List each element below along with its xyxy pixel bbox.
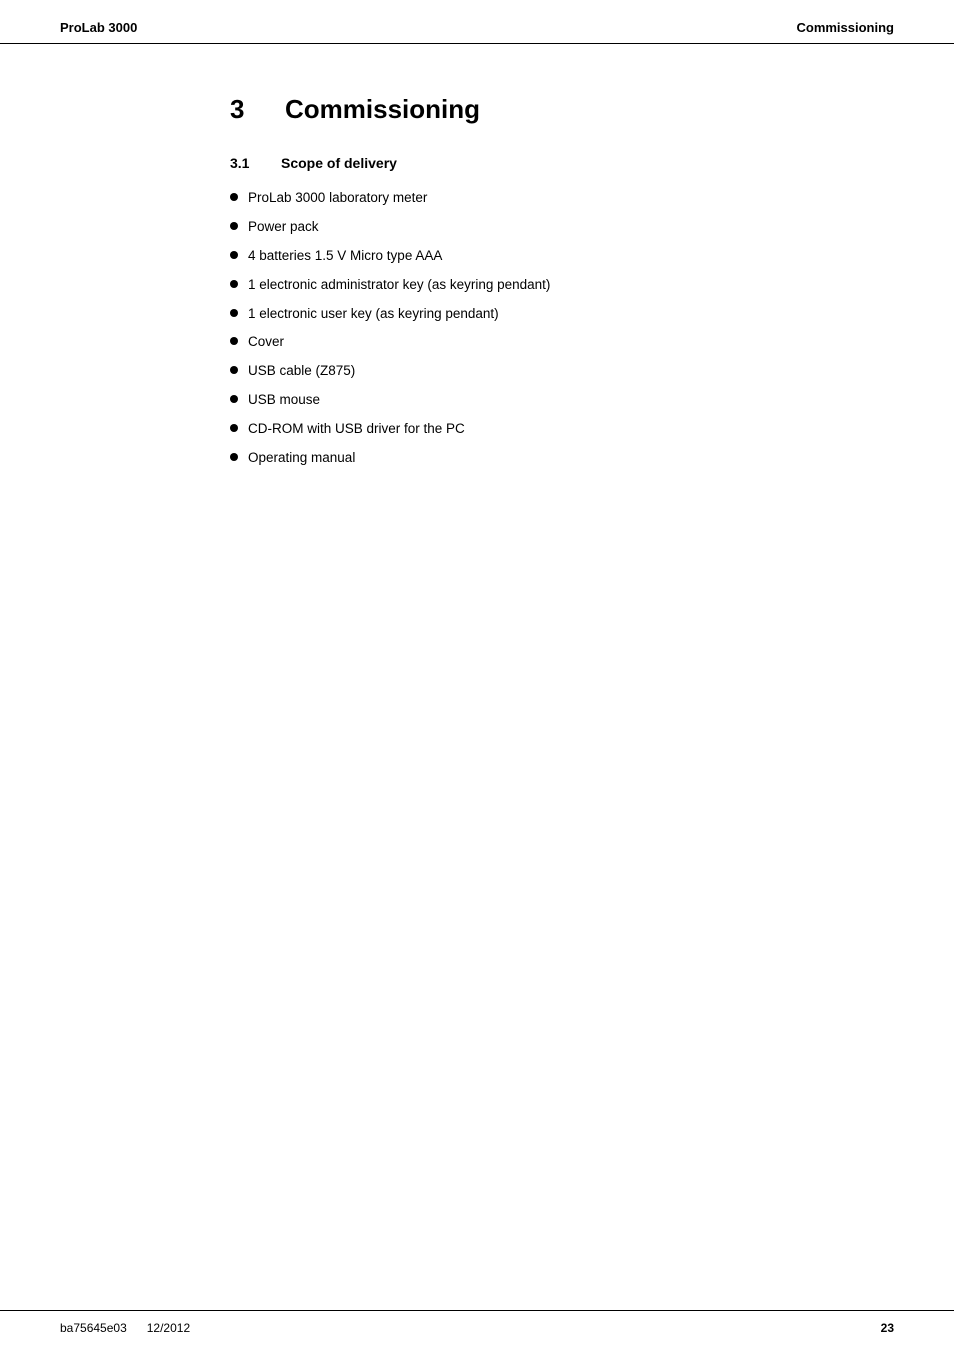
list-item-text: USB cable (Z875) — [248, 362, 355, 381]
bullet-dot-icon — [230, 222, 238, 230]
footer-left: ba75645e03 12/2012 — [60, 1321, 190, 1335]
page-header: ProLab 3000 Commissioning — [0, 0, 954, 44]
bullet-dot-icon — [230, 453, 238, 461]
bullet-dot-icon — [230, 424, 238, 432]
page-footer: ba75645e03 12/2012 23 — [0, 1310, 954, 1351]
section-number: 3.1 — [230, 155, 265, 171]
list-item-text: ProLab 3000 laboratory meter — [248, 189, 427, 208]
bullet-dot-icon — [230, 337, 238, 345]
list-item: 1 electronic administrator key (as keyri… — [230, 276, 894, 295]
section-heading: 3.1 Scope of delivery — [230, 155, 894, 171]
chapter-heading: 3 Commissioning — [230, 94, 894, 125]
list-item: 4 batteries 1.5 V Micro type AAA — [230, 247, 894, 266]
list-item-text: USB mouse — [248, 391, 320, 410]
list-item-text: 1 electronic administrator key (as keyri… — [248, 276, 550, 295]
page-container: ProLab 3000 Commissioning 3 Commissionin… — [0, 0, 954, 1351]
list-item: Power pack — [230, 218, 894, 237]
bullet-dot-icon — [230, 366, 238, 374]
bullet-dot-icon — [230, 193, 238, 201]
footer-page-number: 23 — [881, 1321, 894, 1335]
list-item-text: Power pack — [248, 218, 319, 237]
list-item-text: Operating manual — [248, 449, 355, 468]
header-right: Commissioning — [796, 20, 894, 35]
bullet-dot-icon — [230, 309, 238, 317]
bullet-dot-icon — [230, 280, 238, 288]
list-item: Cover — [230, 333, 894, 352]
list-item: USB mouse — [230, 391, 894, 410]
list-item-text: 4 batteries 1.5 V Micro type AAA — [248, 247, 442, 266]
header-left: ProLab 3000 — [60, 20, 137, 35]
list-item: USB cable (Z875) — [230, 362, 894, 381]
chapter-number: 3 — [230, 94, 265, 125]
list-item-text: Cover — [248, 333, 284, 352]
list-item-text: 1 electronic user key (as keyring pendan… — [248, 305, 499, 324]
list-item: CD-ROM with USB driver for the PC — [230, 420, 894, 439]
bullet-list: ProLab 3000 laboratory meter Power pack 4 … — [230, 189, 894, 468]
bullet-dot-icon — [230, 395, 238, 403]
list-item-text: CD-ROM with USB driver for the PC — [248, 420, 465, 439]
list-item: 1 electronic user key (as keyring pendan… — [230, 305, 894, 324]
bullet-dot-icon — [230, 251, 238, 259]
footer-date: 12/2012 — [147, 1321, 190, 1335]
footer-doc-id: ba75645e03 — [60, 1321, 127, 1335]
list-item: Operating manual — [230, 449, 894, 468]
list-item: ProLab 3000 laboratory meter — [230, 189, 894, 208]
main-content: 3 Commissioning 3.1 Scope of delivery Pr… — [0, 44, 954, 1310]
section-title: Scope of delivery — [281, 155, 397, 171]
chapter-title: Commissioning — [285, 94, 480, 125]
